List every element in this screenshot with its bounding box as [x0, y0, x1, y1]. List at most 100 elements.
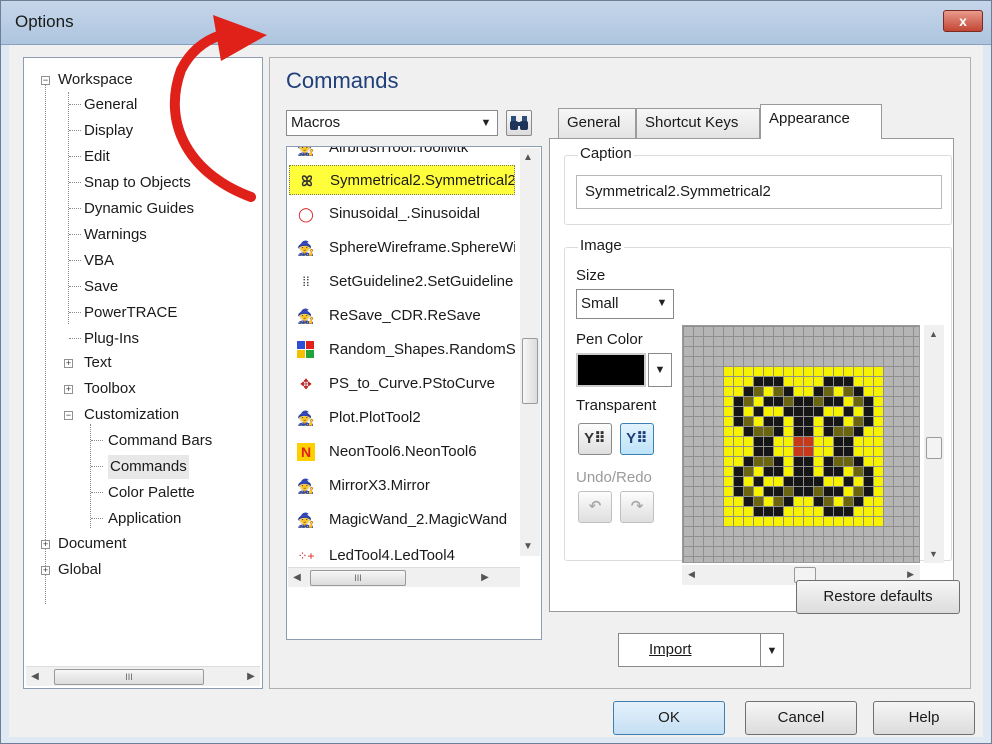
- pixel-cell[interactable]: [754, 367, 763, 376]
- pixel-cell[interactable]: [784, 467, 793, 476]
- pixel-cell[interactable]: [844, 417, 853, 426]
- tree-item-document[interactable]: Document: [58, 532, 126, 556]
- pixel-cell[interactable]: [804, 407, 813, 416]
- pixel-cell[interactable]: [874, 437, 883, 446]
- pixel-cell[interactable]: [744, 387, 753, 396]
- pixel-cell[interactable]: [784, 417, 793, 426]
- pixel-cell[interactable]: [724, 467, 733, 476]
- pixel-cell[interactable]: [794, 477, 803, 486]
- list-item[interactable]: 🧙 SphereWireframe.SphereWireframe: [289, 233, 515, 263]
- pixel-cell[interactable]: [874, 387, 883, 396]
- pixel-cell[interactable]: [824, 517, 833, 526]
- pixel-cell[interactable]: [844, 407, 853, 416]
- pixel-cell[interactable]: [814, 377, 823, 386]
- pixel-cell[interactable]: [724, 477, 733, 486]
- pixel-cell[interactable]: [844, 477, 853, 486]
- pixel-cell[interactable]: [794, 487, 803, 496]
- pixel-cell[interactable]: [774, 437, 783, 446]
- pixel-cell[interactable]: [814, 487, 823, 496]
- tab-appearance[interactable]: Appearance: [760, 104, 882, 139]
- pixel-cell[interactable]: [834, 457, 843, 466]
- pixel-cell[interactable]: [864, 407, 873, 416]
- pixel-cell[interactable]: [774, 407, 783, 416]
- scroll-thumb[interactable]: [926, 437, 942, 459]
- tree-item-snap-to-objects[interactable]: Snap to Objects: [84, 171, 191, 195]
- pixel-cell[interactable]: [794, 407, 803, 416]
- pixel-cell[interactable]: [724, 497, 733, 506]
- pixel-cell[interactable]: [754, 487, 763, 496]
- pixel-cell[interactable]: [794, 387, 803, 396]
- pixel-cell[interactable]: [824, 477, 833, 486]
- pixel-cell[interactable]: [864, 427, 873, 436]
- expander-workspace-icon[interactable]: −: [41, 76, 50, 85]
- pixel-cell[interactable]: [844, 487, 853, 496]
- scroll-right-icon[interactable]: ▶: [907, 569, 914, 580]
- pixel-cell[interactable]: [874, 517, 883, 526]
- icon-pixel-editor[interactable]: [682, 325, 920, 563]
- pixel-cell[interactable]: [874, 367, 883, 376]
- pixel-cell[interactable]: [874, 407, 883, 416]
- list-item[interactable]: 🧙 ReSave_CDR.ReSave: [289, 301, 515, 331]
- pixel-cell[interactable]: [724, 437, 733, 446]
- pixel-cell[interactable]: [874, 397, 883, 406]
- pixel-cell[interactable]: [754, 407, 763, 416]
- pixel-cell[interactable]: [734, 447, 743, 456]
- help-button[interactable]: Help: [873, 701, 975, 735]
- size-select[interactable]: Small ▼: [576, 289, 674, 319]
- pixel-cell[interactable]: [854, 427, 863, 436]
- pixel-cell[interactable]: [844, 367, 853, 376]
- commands-list[interactable]: 🧙 AirbrushTool.ToolMtk ꕤ Symmetrical2.Sy…: [286, 146, 542, 640]
- pixel-cell[interactable]: [834, 437, 843, 446]
- list-item[interactable]: 🧙 MirrorX3.Mirror: [289, 471, 515, 501]
- pixel-cell[interactable]: [824, 397, 833, 406]
- pixel-cell[interactable]: [794, 467, 803, 476]
- pixel-cell[interactable]: [774, 387, 783, 396]
- pixel-cell[interactable]: [824, 447, 833, 456]
- pixel-cell[interactable]: [824, 467, 833, 476]
- pixel-cell[interactable]: [814, 407, 823, 416]
- tree-item-warnings[interactable]: Warnings: [84, 223, 147, 247]
- pixel-cell[interactable]: [814, 437, 823, 446]
- restore-defaults-button[interactable]: Restore defaults: [796, 580, 960, 614]
- pixel-cell[interactable]: [774, 397, 783, 406]
- list-item[interactable]: 🧙 Plot.PlotTool2: [289, 403, 515, 433]
- ok-button[interactable]: OK: [613, 701, 725, 735]
- pixel-cell[interactable]: [754, 457, 763, 466]
- pixel-cell[interactable]: [744, 517, 753, 526]
- pixel-cell[interactable]: [774, 517, 783, 526]
- pixel-cell[interactable]: [834, 517, 843, 526]
- pixel-cell[interactable]: [784, 377, 793, 386]
- pixel-cell[interactable]: [754, 507, 763, 516]
- pixel-cell[interactable]: [724, 517, 733, 526]
- pixel-cell[interactable]: [804, 417, 813, 426]
- pixel-cell[interactable]: [834, 387, 843, 396]
- pixel-cell[interactable]: [864, 467, 873, 476]
- pixel-cell[interactable]: [824, 377, 833, 386]
- pixel-cell[interactable]: [824, 417, 833, 426]
- pixel-cell[interactable]: [874, 457, 883, 466]
- pixel-cell[interactable]: [834, 447, 843, 456]
- pixel-cell[interactable]: [854, 467, 863, 476]
- pixel-cell[interactable]: [734, 437, 743, 446]
- pixel-cell[interactable]: [784, 437, 793, 446]
- pixel-cell[interactable]: [734, 487, 743, 496]
- pixel-cell[interactable]: [834, 377, 843, 386]
- pixel-cell[interactable]: [774, 417, 783, 426]
- pixel-cell[interactable]: [784, 487, 793, 496]
- pixel-cell[interactable]: [864, 457, 873, 466]
- pixel-cell[interactable]: [774, 377, 783, 386]
- pixel-cell[interactable]: [854, 477, 863, 486]
- expander-global-icon[interactable]: +: [41, 566, 50, 575]
- pixel-cell[interactable]: [724, 487, 733, 496]
- close-button[interactable]: x: [943, 10, 983, 32]
- pixel-cell[interactable]: [734, 427, 743, 436]
- pixel-cell[interactable]: [854, 377, 863, 386]
- pixel-cell[interactable]: [724, 397, 733, 406]
- pixel-cell[interactable]: [854, 517, 863, 526]
- pixel-cell[interactable]: [744, 397, 753, 406]
- pixel-cell[interactable]: [834, 507, 843, 516]
- import-dropdown[interactable]: ▼: [760, 633, 784, 667]
- pixel-cell[interactable]: [734, 467, 743, 476]
- pixel-cell[interactable]: [844, 457, 853, 466]
- pixel-cell[interactable]: [774, 467, 783, 476]
